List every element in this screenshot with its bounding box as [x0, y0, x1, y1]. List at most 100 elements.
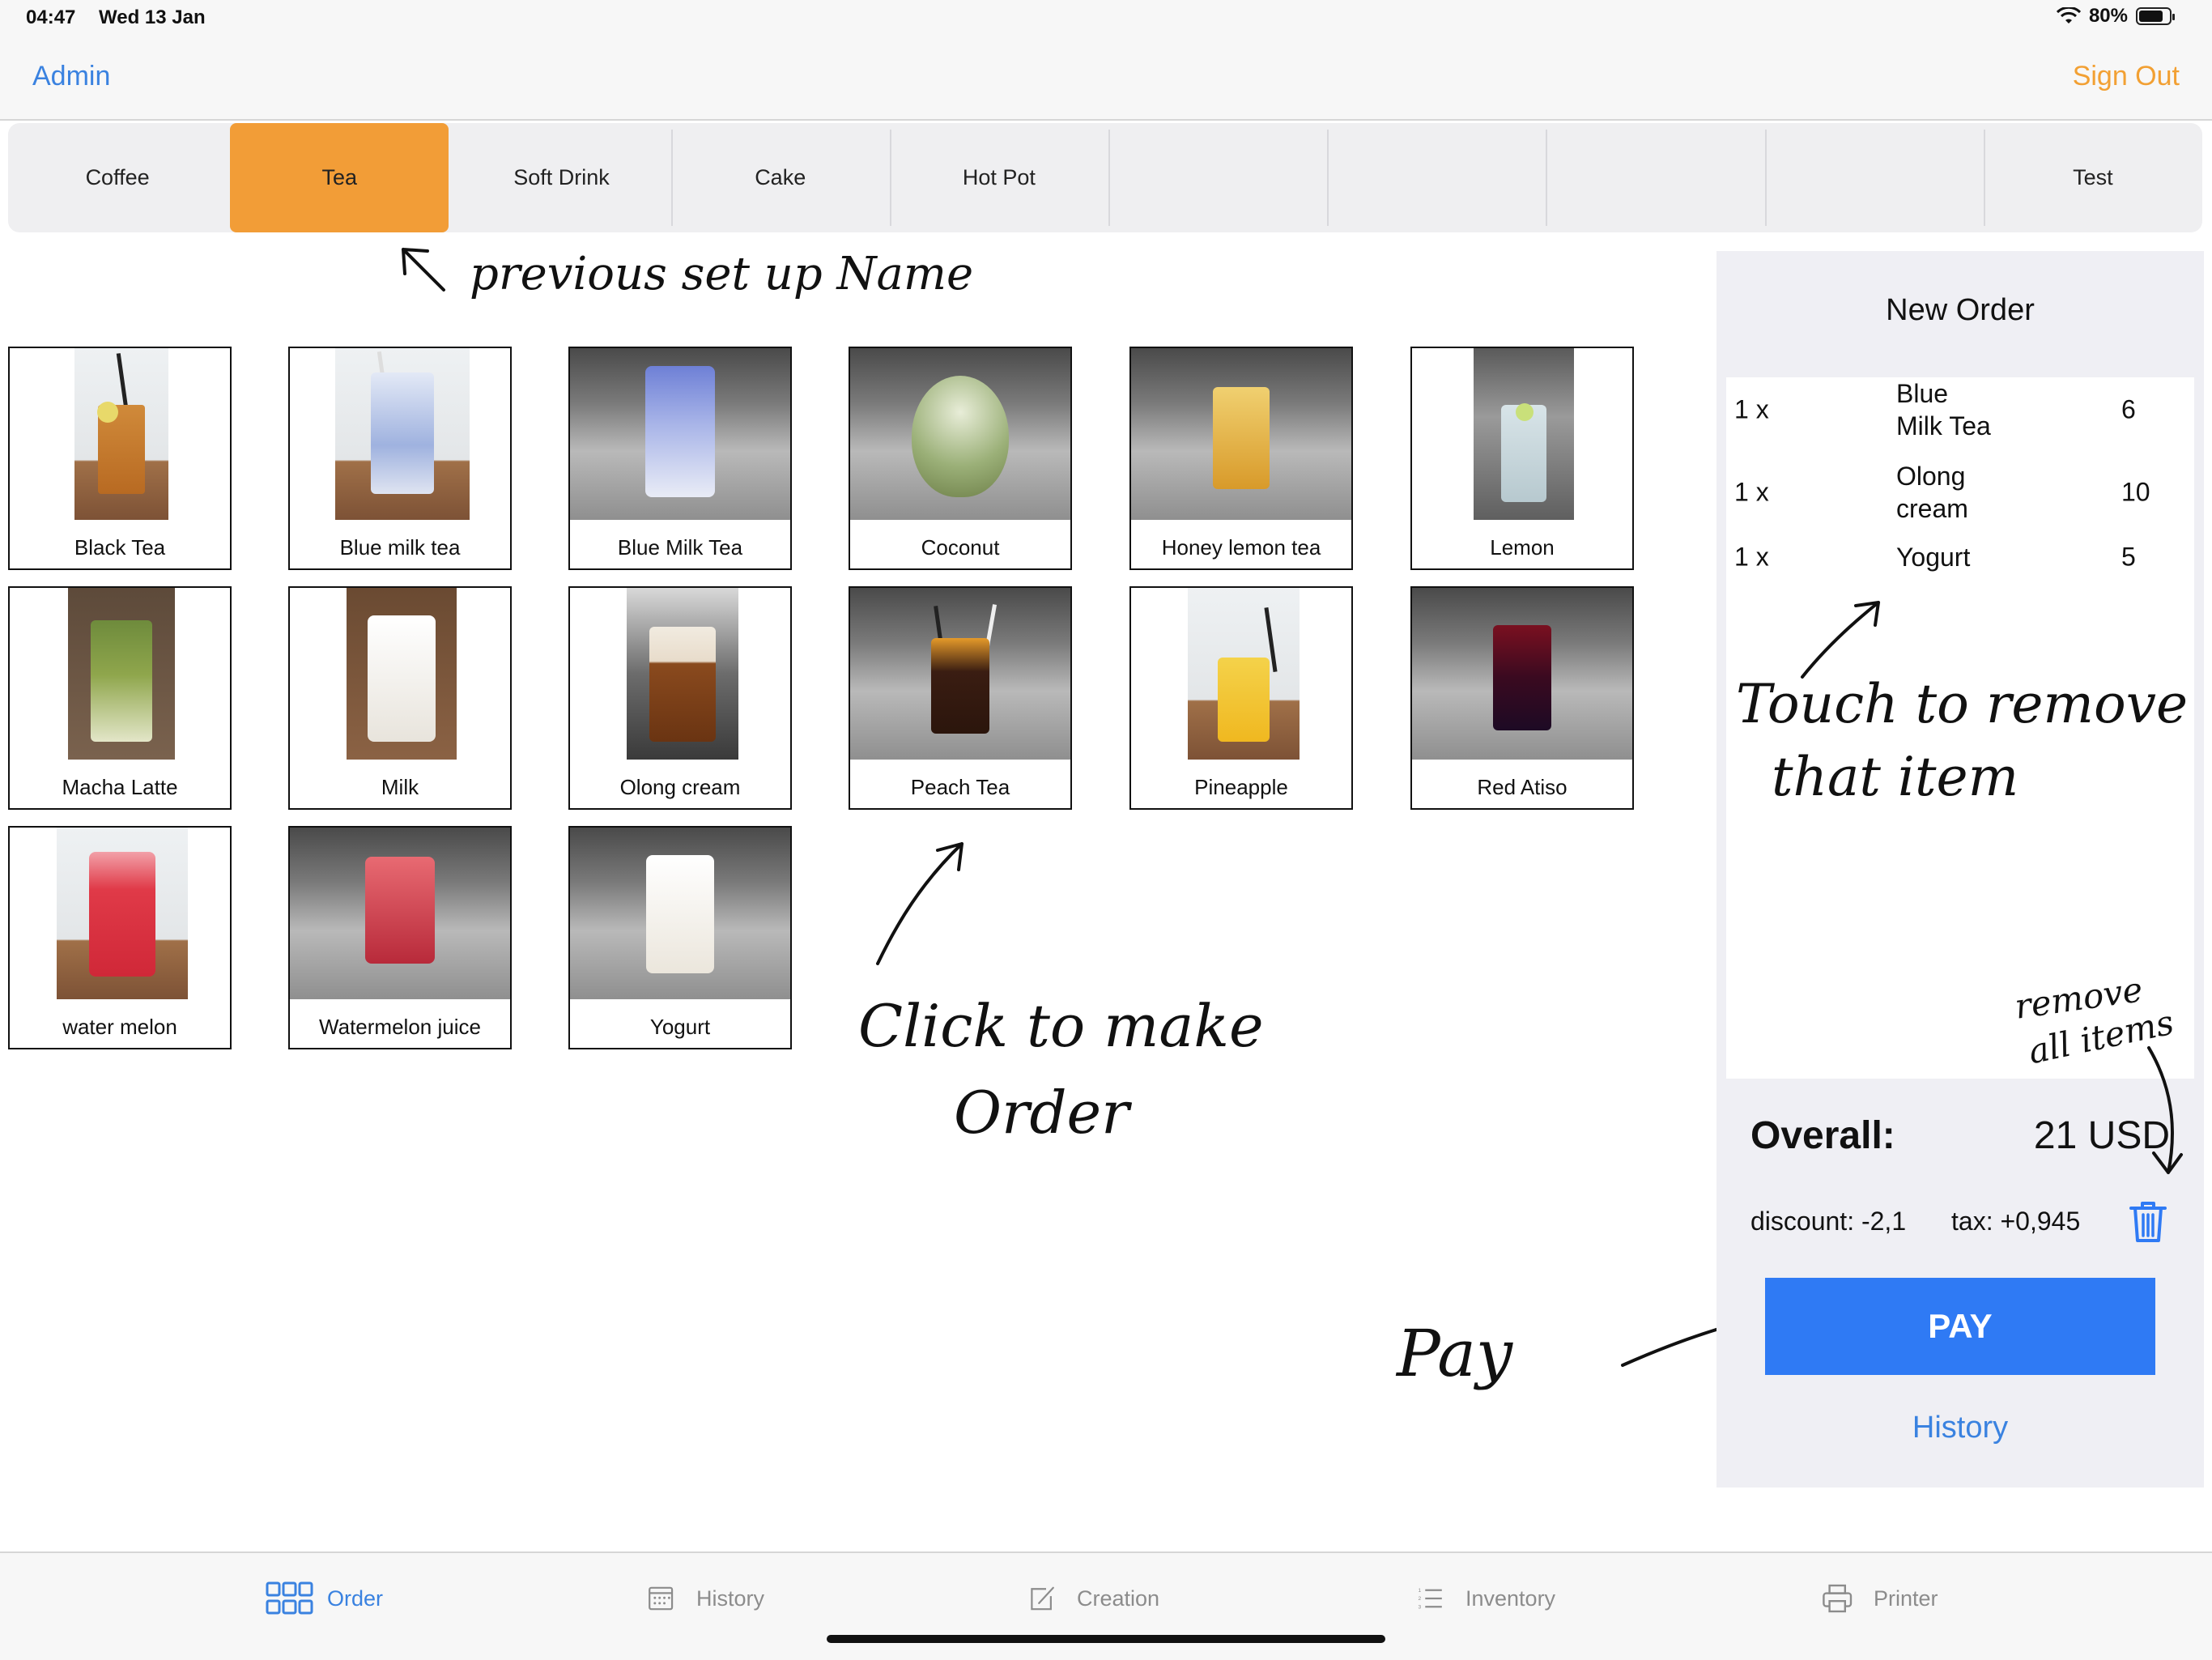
blue-milk-tea-photo	[335, 348, 470, 520]
category-tab-empty-1[interactable]	[1108, 123, 1327, 232]
annotation-click-line2: Order	[954, 1079, 1129, 1147]
menu-item-label: Lemon	[1490, 535, 1555, 560]
yogurt-photo	[570, 828, 790, 999]
menu-item-black-tea[interactable]: Black Tea	[8, 347, 232, 570]
menu-item-label: Blue milk tea	[339, 535, 461, 560]
order-name-line: Blue	[1896, 379, 1949, 408]
category-tab-test[interactable]: Test	[1983, 123, 2202, 232]
order-qty: 1 x	[1734, 542, 1769, 572]
category-tab-cake[interactable]: Cake	[670, 123, 890, 232]
order-name-line: Milk Tea	[1896, 411, 1991, 441]
battery-icon	[2136, 7, 2175, 25]
menu-item-label: Pineapple	[1194, 775, 1288, 799]
tab-label: Inventory	[1465, 1586, 1556, 1611]
category-tab-hot-pot[interactable]: Hot Pot	[889, 123, 1108, 232]
black-tea-photo	[74, 348, 168, 520]
category-tab-tea[interactable]: Tea	[230, 123, 449, 232]
category-tab-empty-4[interactable]	[1764, 123, 1984, 232]
discount-text: discount: -2,1	[1750, 1207, 1907, 1236]
overall-value: 21 USD	[2033, 1114, 2170, 1157]
wifi-icon	[2056, 7, 2081, 23]
pay-button[interactable]: PAY	[1765, 1278, 2155, 1375]
menu-item-olong-cream[interactable]: Olong cream	[568, 586, 792, 810]
menu-item-label: Coconut	[921, 535, 1000, 560]
svg-text:2: 2	[1418, 1596, 1421, 1602]
navigation-bar: Admin Sign Out	[0, 40, 2212, 121]
home-indicator[interactable]	[827, 1635, 1385, 1643]
compose-icon	[1031, 1586, 1054, 1611]
annotation-arrow-click	[876, 842, 963, 965]
category-tab-soft-drink[interactable]: Soft Drink	[452, 123, 670, 232]
annotation-pay: Pay	[1397, 1316, 1513, 1391]
tab-label: Printer	[1874, 1586, 1938, 1611]
red-atiso-photo	[1412, 588, 1632, 760]
menu-item-blue-milk-tea-2[interactable]: Blue Milk Tea	[568, 347, 792, 570]
svg-text:1: 1	[1418, 1588, 1421, 1594]
order-row[interactable]: 1 x Yogurt 5	[1726, 525, 2194, 590]
menu-item-honey-lemon-tea[interactable]: Honey lemon tea	[1129, 347, 1353, 570]
menu-item-watermelon-juice[interactable]: Watermelon juice	[288, 826, 512, 1049]
category-tab-empty-3[interactable]	[1546, 123, 1764, 232]
menu-item-blue-milk-tea[interactable]: Blue milk tea	[288, 347, 512, 570]
status-date: Wed 13 Jan	[99, 6, 206, 28]
battery-fill	[2139, 11, 2163, 22]
annotation-arrow-touch	[1801, 601, 1880, 679]
calendar-icon	[649, 1586, 674, 1611]
watermelon-juice-photo	[290, 828, 510, 999]
order-price: 10	[2121, 477, 2150, 507]
order-name: Olong cream	[1896, 460, 2058, 525]
menu-item-macha-latte[interactable]: Macha Latte	[8, 586, 232, 810]
menu-item-coconut[interactable]: Coconut	[849, 347, 1072, 570]
menu-item-lemon[interactable]: Lemon	[1410, 347, 1634, 570]
menu-item-label: Black Tea	[74, 535, 166, 560]
menu-item-milk[interactable]: Milk	[288, 586, 512, 810]
status-right: 80%	[2056, 5, 2175, 28]
printer-icon	[1823, 1584, 1853, 1613]
menu-item-yogurt[interactable]: Yogurt	[568, 826, 792, 1049]
menu-item-label: Blue Milk Tea	[617, 535, 743, 560]
overall-label: Overall:	[1750, 1114, 1895, 1157]
svg-text:3: 3	[1418, 1604, 1421, 1610]
tab-order[interactable]: Order	[266, 1581, 383, 1616]
tab-label: Creation	[1077, 1586, 1160, 1611]
trash-icon[interactable]	[2128, 1200, 2168, 1244]
menu-item-label: Peach Tea	[910, 775, 1010, 799]
order-qty: 1 x	[1734, 477, 1769, 507]
annotation-arrow-remove	[2147, 1046, 2183, 1174]
menu-item-red-atiso[interactable]: Red Atiso	[1410, 586, 1634, 810]
order-name: Blue Milk Tea	[1896, 377, 2058, 442]
menu-item-pineapple[interactable]: Pineapple	[1129, 586, 1353, 810]
history-link[interactable]: History	[1716, 1411, 2204, 1445]
status-time: 04:47	[26, 6, 76, 28]
annotation-arrow-setup	[402, 248, 445, 292]
tab-printer[interactable]: Printer	[1822, 1581, 1938, 1616]
tab-history[interactable]: History	[648, 1581, 764, 1616]
list-icon: 1 2 3	[1418, 1588, 1442, 1610]
menu-item-label: Yogurt	[649, 1015, 711, 1039]
category-tab-bar: Coffee Tea Soft Drink Cake Hot Pot Test	[8, 123, 2202, 232]
order-row[interactable]: 1 x Olong cream 10	[1726, 460, 2194, 525]
battery-cap	[2172, 14, 2175, 20]
tab-label: Order	[327, 1586, 384, 1611]
annotation-click-line1: Click to make	[858, 992, 1264, 1060]
tab-label: History	[696, 1586, 765, 1611]
menu-item-water-melon[interactable]: water melon	[8, 826, 232, 1049]
water-melon-photo	[57, 828, 188, 999]
category-tab-coffee[interactable]: Coffee	[8, 123, 227, 232]
honey-lemon-tea-photo	[1131, 348, 1351, 520]
admin-button[interactable]: Admin	[32, 61, 110, 92]
tab-creation[interactable]: Creation	[1028, 1581, 1159, 1616]
olong-cream-photo	[627, 588, 738, 760]
order-row[interactable]: 1 x Blue Milk Tea 6	[1726, 377, 2194, 442]
pineapple-photo	[1188, 588, 1300, 760]
menu-item-peach-tea[interactable]: Peach Tea	[849, 586, 1072, 810]
grid-icon	[266, 1581, 313, 1615]
menu-item-label: Honey lemon tea	[1161, 535, 1321, 560]
menu-item-label: Watermelon juice	[319, 1015, 481, 1039]
order-price: 5	[2121, 542, 2136, 572]
tab-inventory[interactable]: 1 2 3 Inventory	[1417, 1581, 1555, 1616]
category-tab-empty-2[interactable]	[1327, 123, 1546, 232]
coconut-photo	[850, 348, 1070, 520]
order-price: 6	[2121, 394, 2136, 424]
sign-out-button[interactable]: Sign Out	[2073, 61, 2180, 92]
